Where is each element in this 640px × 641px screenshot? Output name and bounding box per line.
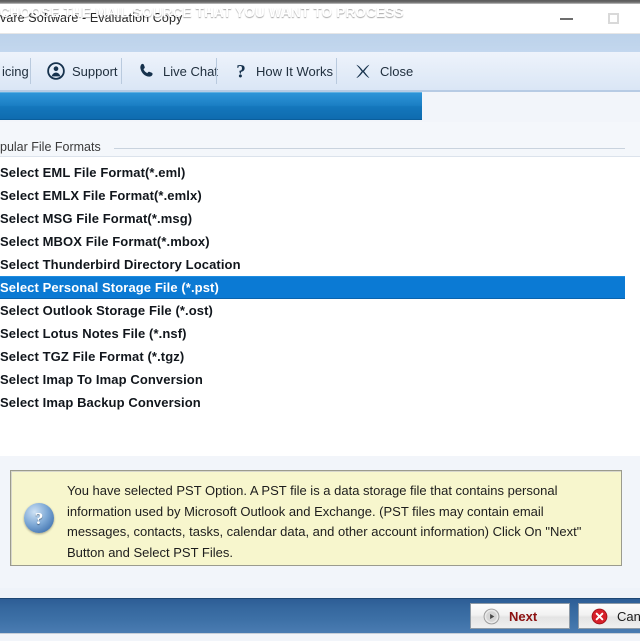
list-item-selected[interactable]: Select Personal Storage File (*.pst): [0, 276, 625, 299]
footer-spacer: [0, 588, 640, 598]
toolbar-item-label: icing: [2, 63, 29, 79]
list-item-label: Select TGZ File Format (*.tgz): [0, 349, 185, 364]
list-item-label: Select EMLX File Format(*.emlx): [0, 188, 202, 203]
toolbar-item-label: How It Works: [256, 63, 334, 79]
list-item-label: Select EML File Format(*.eml): [0, 165, 186, 180]
question-mark-glyph: ?: [34, 508, 44, 528]
list-item[interactable]: Select TGZ File Format (*.tgz): [0, 345, 625, 368]
list-item-label: Select Imap To Imap Conversion: [0, 372, 203, 387]
list-item-label: Select Thunderbird Directory Location: [0, 257, 241, 272]
question-mark-icon: ?: [233, 61, 249, 82]
list-item-label: Select Lotus Notes File (*.nsf): [0, 326, 187, 341]
cancel-button[interactable]: Cancel: [578, 603, 640, 629]
support-person-icon: [47, 62, 65, 80]
list-item[interactable]: Select EML File Format(*.eml): [0, 161, 625, 184]
list-item[interactable]: Select MBOX File Format(*.mbox): [0, 230, 625, 253]
toolbar-item-label: Live Chat: [163, 63, 218, 79]
toolbar-divider: [30, 58, 31, 84]
list-item[interactable]: Select Imap Backup Conversion: [0, 391, 625, 414]
next-button-label: Next: [509, 608, 538, 624]
toolbar-item-label: Close: [380, 63, 414, 79]
question-mark-circle-icon: ?: [24, 503, 54, 533]
toolbar-divider: [336, 58, 337, 84]
list-group-divider: [114, 148, 625, 149]
section-banner-label: CHOOSE THE MAIL SOURCE THAT YOU WANT TO …: [0, 5, 404, 20]
svg-text:?: ?: [236, 61, 246, 81]
list-item[interactable]: Select Imap To Imap Conversion: [0, 368, 625, 391]
list-item-label: Select Imap Backup Conversion: [0, 395, 201, 410]
toolbar-divider: [121, 58, 122, 84]
section-banner: [0, 92, 422, 120]
list-item[interactable]: Select Thunderbird Directory Location: [0, 253, 625, 276]
phone-icon: [138, 62, 156, 80]
list-item-label: Select MBOX File Format(*.mbox): [0, 234, 210, 249]
list-group-label: pular File Formats: [0, 140, 101, 154]
maximize-button[interactable]: [604, 10, 626, 28]
list-item-label: Select Outlook Storage File (*.ost): [0, 303, 213, 318]
next-button[interactable]: Next: [470, 603, 570, 629]
list-item-label: Select MSG File Format(*.msg): [0, 211, 193, 226]
cancel-cross-circle-icon: [591, 608, 608, 625]
x-cross-icon: [353, 61, 373, 81]
toolbar-item-support[interactable]: Support: [36, 52, 129, 90]
list-item-label: Select Personal Storage File (*.pst): [0, 280, 219, 295]
toolbar-item-how-it-works[interactable]: ? How It Works: [222, 52, 344, 90]
minimize-icon: [560, 18, 573, 20]
info-box: ? You have selected PST Option. A PST fi…: [10, 470, 622, 566]
toolbar-item-close[interactable]: Close: [342, 52, 424, 90]
toolbar-divider: [216, 58, 217, 84]
play-circle-icon: [483, 608, 500, 625]
minimize-button[interactable]: [556, 10, 578, 28]
list-item[interactable]: Select Lotus Notes File (*.nsf): [0, 322, 625, 345]
maximize-icon: [608, 13, 619, 24]
list-item[interactable]: Select Outlook Storage File (*.ost): [0, 299, 625, 322]
cancel-button-label: Cancel: [617, 608, 640, 624]
toolbar-item-live-chat[interactable]: Live Chat: [127, 52, 229, 90]
toolbar-item-label: Support: [72, 63, 118, 79]
info-box-text: You have selected PST Option. A PST file…: [67, 483, 582, 560]
list-item[interactable]: Select MSG File Format(*.msg): [0, 207, 625, 230]
top-toolbar: icing Support Live Chat ? How It Works C…: [0, 52, 640, 92]
title-accent-strip: [0, 34, 640, 52]
toolbar-item-pricing[interactable]: icing: [0, 52, 40, 90]
list-item[interactable]: Select EMLX File Format(*.emlx): [0, 184, 625, 207]
